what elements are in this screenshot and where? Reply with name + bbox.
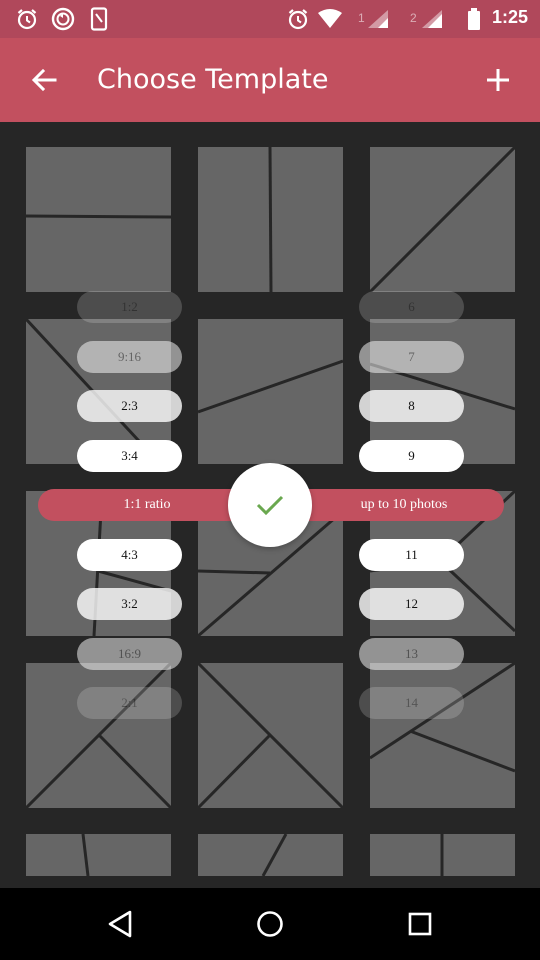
photo-count-option[interactable]: 6 <box>359 291 464 323</box>
back-triangle-icon <box>108 910 132 938</box>
signal-icon <box>418 5 446 33</box>
status-bar: 1 2 1:25 <box>0 0 540 38</box>
sync-icon <box>49 5 77 33</box>
photo-count-option[interactable]: 7 <box>359 341 464 373</box>
battery-icon <box>460 5 488 33</box>
add-button[interactable] <box>478 60 518 100</box>
ratio-option[interactable]: 2:1 <box>77 687 182 719</box>
template-tile[interactable] <box>198 319 343 464</box>
ratio-option[interactable]: 3:4 <box>77 440 182 472</box>
back-button[interactable] <box>24 60 64 100</box>
wifi-icon <box>316 5 344 33</box>
checkmark-icon <box>256 495 284 516</box>
template-tile[interactable] <box>198 147 343 292</box>
ratio-option[interactable]: 4:3 <box>77 539 182 571</box>
template-tile[interactable] <box>370 663 515 808</box>
nav-home-button[interactable] <box>250 904 290 944</box>
ratio-option[interactable]: 1:2 <box>77 291 182 323</box>
recents-square-icon <box>408 912 432 936</box>
selected-ratio[interactable]: 1:1 ratio <box>38 489 256 521</box>
ratio-option[interactable]: 2:3 <box>77 390 182 422</box>
arrow-back-icon <box>31 68 57 92</box>
navigation-bar <box>0 888 540 960</box>
nav-back-button[interactable] <box>100 904 140 944</box>
template-tile[interactable] <box>198 663 343 808</box>
signal-icon <box>364 5 392 33</box>
ratio-option[interactable]: 16:9 <box>77 638 182 670</box>
photo-count-option[interactable]: 13 <box>359 638 464 670</box>
selected-photo-count[interactable]: up to 10 photos <box>304 489 504 521</box>
home-circle-icon <box>257 911 283 937</box>
screen: 1 2 1:25 Choose Template 1:2 9:16 2:3 3:… <box>0 0 540 960</box>
plus-icon <box>487 69 509 91</box>
template-tile[interactable] <box>370 147 515 292</box>
status-time: 1:25 <box>491 7 528 27</box>
sim2-label: 2 <box>410 11 417 25</box>
photo-count-option[interactable]: 11 <box>359 539 464 571</box>
alarm-icon <box>13 5 41 33</box>
photo-count-option[interactable]: 14 <box>359 687 464 719</box>
photo-count-option[interactable]: 12 <box>359 588 464 620</box>
confirm-button[interactable] <box>228 463 312 547</box>
page-title: Choose Template <box>97 64 329 95</box>
template-tile[interactable] <box>26 147 171 292</box>
template-tile[interactable] <box>370 834 515 876</box>
template-tile[interactable] <box>198 834 343 876</box>
template-tile[interactable] <box>26 834 171 876</box>
app-bar: Choose Template <box>0 38 540 122</box>
photo-count-option[interactable]: 9 <box>359 440 464 472</box>
alarm-icon <box>284 5 312 33</box>
nav-recents-button[interactable] <box>400 904 440 944</box>
template-tile[interactable] <box>26 663 171 808</box>
ratio-option[interactable]: 3:2 <box>77 588 182 620</box>
ratio-option[interactable]: 9:16 <box>77 341 182 373</box>
photo-count-option[interactable]: 8 <box>359 390 464 422</box>
phone-icon <box>85 5 113 33</box>
